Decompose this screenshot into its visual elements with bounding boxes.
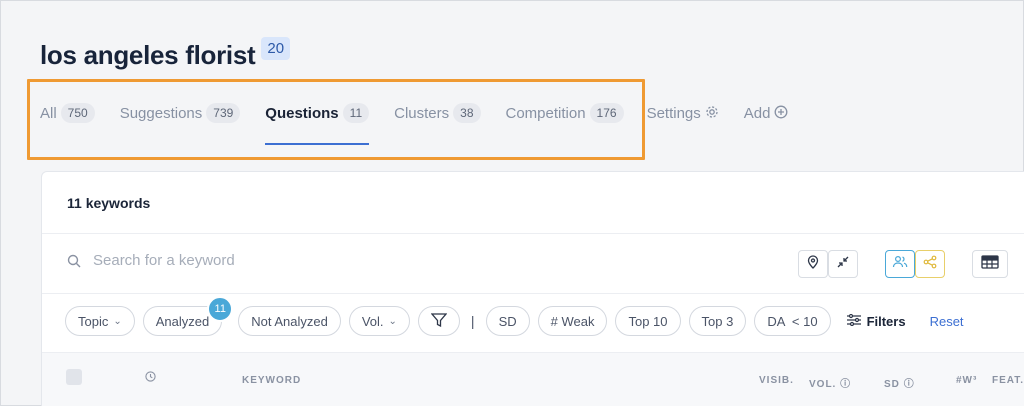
column-visibility[interactable]: VISIB. — [759, 375, 794, 386]
location-pin-icon — [807, 254, 819, 274]
chevron-down-icon: ⌄ — [388, 315, 397, 327]
tab-label: Questions — [265, 104, 339, 122]
column-sd[interactable]: SD ⓘ — [884, 375, 915, 390]
chip-label: SD — [498, 313, 517, 329]
page-title: los angeles florist — [40, 40, 256, 70]
divider — [42, 233, 1024, 234]
tab-settings[interactable]: Settings — [647, 105, 719, 122]
column-label: VOL. — [809, 379, 837, 390]
chip-label: Analyzed — [155, 313, 210, 329]
column-volume[interactable]: VOL. ⓘ — [809, 375, 851, 390]
filters-button[interactable]: Filters — [846, 313, 906, 329]
info-icon: ⓘ — [903, 379, 915, 390]
tab-label: Clusters — [394, 104, 450, 122]
topic-filter[interactable]: Topic ⌄ — [65, 306, 135, 336]
table-view-button[interactable] — [972, 250, 1008, 278]
analyzed-filter[interactable]: Analyzed 11 — [142, 296, 234, 336]
users-icon — [892, 255, 908, 274]
tab-label: Settings — [646, 104, 701, 122]
analyzed-count-badge: 11 — [207, 296, 234, 322]
divider — [42, 293, 1024, 294]
chip-label: DA < 10 — [767, 313, 818, 329]
chip-label: Top 3 — [701, 313, 734, 329]
separator: | — [470, 313, 475, 329]
column-keyword[interactable]: KEYWORD — [242, 375, 301, 386]
tab-count: 176 — [589, 103, 624, 123]
share-nodes-icon — [923, 255, 937, 274]
clock-icon — [145, 371, 156, 385]
tab-questions[interactable]: Questions 11 — [265, 103, 370, 145]
tab-count: 739 — [206, 103, 241, 123]
filter-bar: Topic ⌄ Analyzed 11 Not Analyzed Vol. ⌄ … — [65, 296, 964, 336]
column-label: SD — [884, 379, 900, 390]
title-count-badge: 20 — [261, 37, 291, 60]
plus-circle-icon — [774, 105, 788, 122]
tab-all[interactable]: All 750 — [40, 103, 95, 123]
filters-label: Filters — [866, 313, 906, 329]
chip-label: # Weak — [550, 313, 595, 329]
tab-label: Suggestions — [119, 104, 203, 122]
search-icon — [67, 254, 81, 268]
competitors-button[interactable] — [885, 250, 915, 278]
tab-count: 38 — [453, 103, 481, 123]
tab-add[interactable]: Add — [744, 105, 789, 122]
tab-count: 11 — [342, 103, 370, 123]
keywords-panel: 11 keywords Topic ⌄ — [41, 171, 1024, 406]
sliders-icon — [846, 313, 861, 329]
chip-label: Top 10 — [628, 313, 668, 329]
tab-label: All — [40, 104, 57, 122]
collapse-button[interactable] — [828, 250, 858, 278]
tab-label: Add — [743, 104, 771, 122]
volume-filter[interactable]: Vol. ⌄ — [348, 306, 410, 336]
sd-filter[interactable]: SD — [485, 306, 530, 336]
tab-count: 750 — [60, 103, 95, 123]
search-input[interactable] — [93, 252, 393, 269]
page-header: los angeles florist 20 — [40, 37, 291, 71]
tab-bar: All 750 Suggestions 739 Questions 11 Clu… — [40, 100, 813, 145]
search-bar — [67, 252, 393, 269]
funnel-filter-button[interactable] — [417, 306, 460, 336]
select-all-checkbox[interactable] — [66, 369, 82, 385]
column-weak[interactable]: #W³ — [956, 375, 977, 386]
share-button[interactable] — [915, 250, 945, 278]
chip-label: Topic — [78, 313, 109, 329]
tab-suggestions[interactable]: Suggestions 739 — [120, 103, 241, 123]
table-header: KEYWORD VISIB. VOL. ⓘ SD ⓘ #W³ FEAT. — [42, 352, 1024, 406]
top3-filter[interactable]: Top 3 — [688, 306, 747, 336]
top10-filter[interactable]: Top 10 — [615, 306, 681, 336]
tab-clusters[interactable]: Clusters 38 — [394, 103, 481, 123]
weak-filter[interactable]: # Weak — [537, 306, 608, 336]
location-button[interactable] — [798, 250, 828, 278]
chip-label: Not Analyzed — [251, 313, 328, 329]
da-filter[interactable]: DA < 10 — [754, 306, 831, 336]
keywords-count: 11 keywords — [67, 195, 151, 211]
column-features[interactable]: FEAT. — [992, 375, 1024, 386]
info-icon: ⓘ — [840, 379, 852, 390]
not-analyzed-filter[interactable]: Not Analyzed — [238, 306, 341, 336]
tab-competition[interactable]: Competition 176 — [506, 103, 624, 123]
reset-link[interactable]: Reset — [930, 314, 964, 329]
chevron-down-icon: ⌄ — [113, 315, 122, 327]
chip-label: Vol. — [361, 313, 384, 329]
tab-label: Competition — [505, 104, 586, 122]
funnel-icon — [430, 312, 448, 330]
gear-icon — [705, 105, 719, 122]
collapse-arrows-icon — [837, 255, 849, 273]
table-icon — [981, 254, 999, 274]
